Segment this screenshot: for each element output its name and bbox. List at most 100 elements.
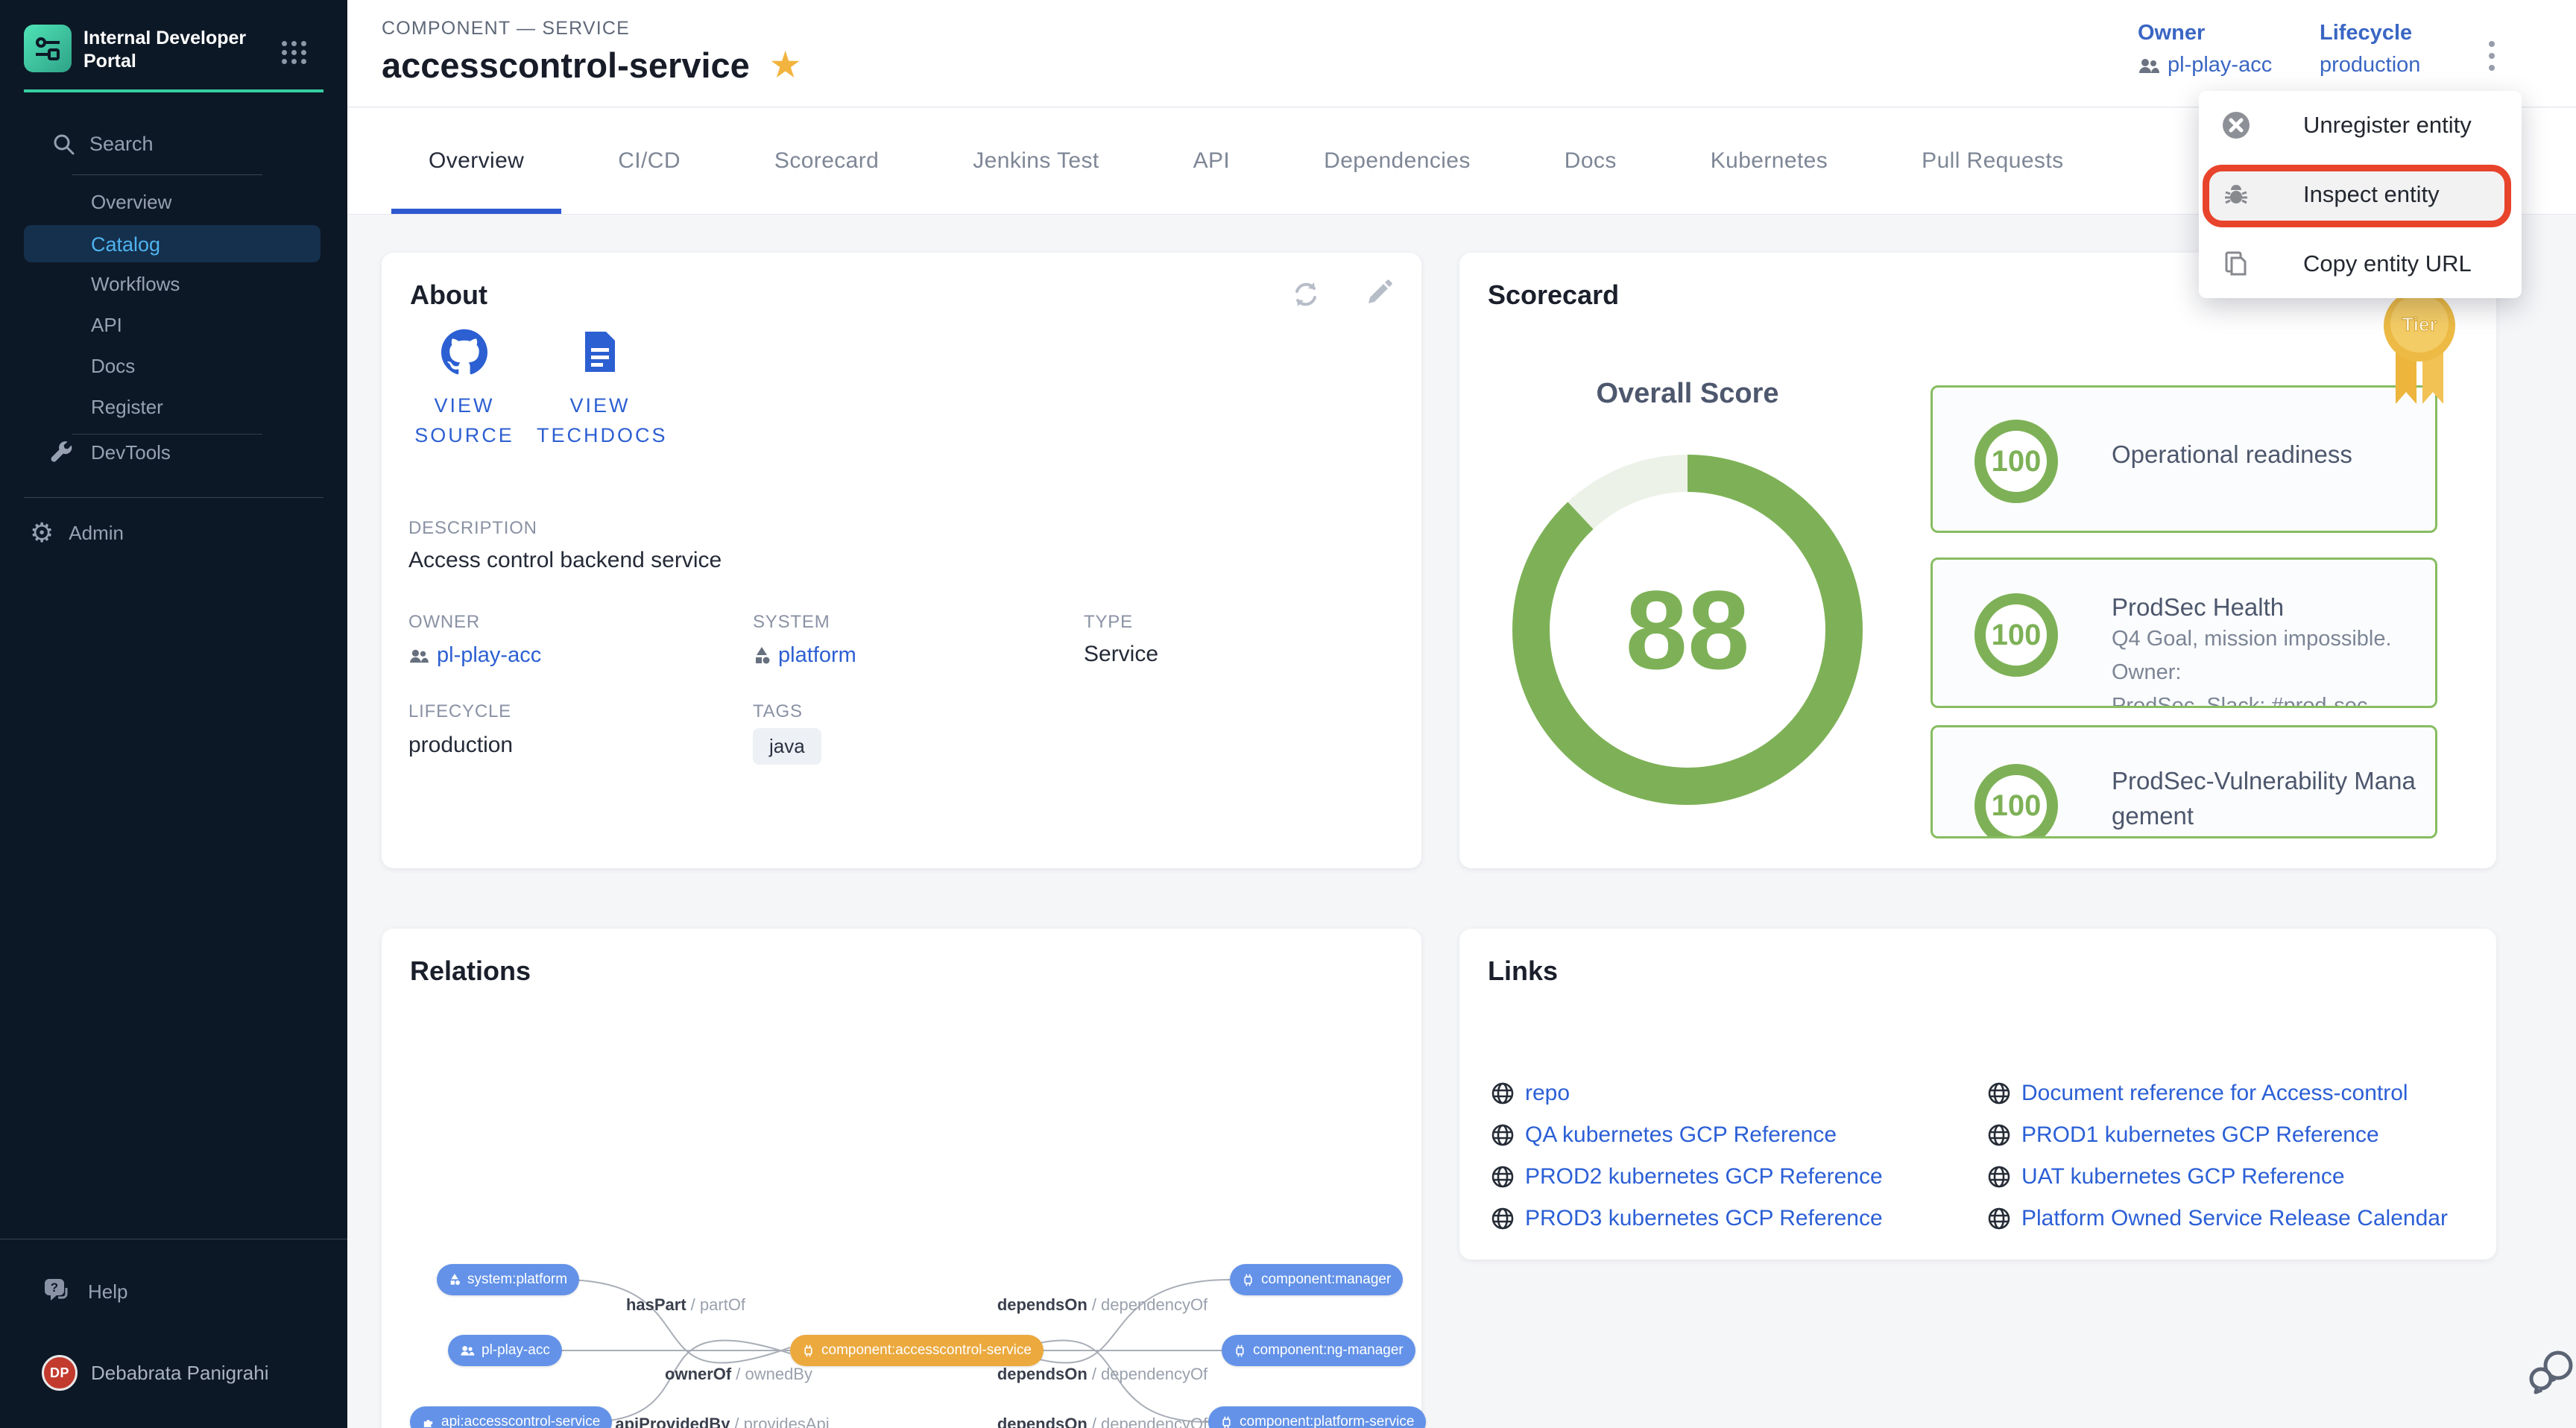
tier-ribbon-badge: Tier [2375,285,2464,426]
search-input[interactable]: Search [89,133,154,156]
sidebar-item-register[interactable]: Register [91,396,163,419]
edge-label-dependson: dependsOn/ dependencyOf [997,1295,1208,1315]
link-release-calendar[interactable]: Platform Owned Service Release Calendar [1987,1206,2448,1231]
link-uat-kubernetes[interactable]: UAT kubernetes GCP Reference [1987,1164,2345,1190]
svg-text:?: ? [51,1280,58,1295]
tab-dependencies[interactable]: Dependencies [1287,108,1508,214]
sidebar-item-catalog[interactable]: Catalog [24,225,321,262]
edge-label-haspart: hasPart/ partOf [626,1295,745,1315]
badge-subtitle: Q4 Goal, mission impossible. Owner: Prod… [2112,622,2420,708]
relation-node-pl-play-acc[interactable]: pl-play-acc [448,1335,562,1366]
lifecycle-block: Lifecycle production [2320,21,2420,78]
tab-jenkins-test[interactable]: Jenkins Test [935,108,1136,214]
badge-score: 100 [1974,593,2058,677]
system-field-link[interactable]: platform [753,643,856,668]
link-prod3-kubernetes[interactable]: PROD3 kubernetes GCP Reference [1491,1206,1883,1231]
scorecard-badge: 100 Operational readiness [1931,385,2437,533]
tab-kubernetes[interactable]: Kubernetes [1673,108,1865,214]
sidebar: Internal Developer Portal Search Overvie… [0,0,347,1428]
view-techdocs-link[interactable]: VIEW TECHDOCS [537,329,663,450]
menu-item-unregister-entity[interactable]: Unregister entity [2199,91,2522,159]
tag-chip-java[interactable]: java [753,728,821,765]
type-field-value: Service [1084,642,1158,667]
type-field-label: TYPE [1084,612,1133,633]
group-icon [408,648,429,664]
sidebar-item-help[interactable]: ? Help [42,1276,127,1307]
sidebar-item-overview[interactable]: Overview [91,191,171,214]
menu-item-inspect-entity[interactable]: Inspect entity [2199,159,2522,229]
about-title: About [410,279,487,311]
edit-button[interactable] [1363,278,1394,313]
relations-card: Relations system:platform pl-play-acc [382,929,1421,1428]
relation-node-component-platform-service[interactable]: component:platform-service [1208,1406,1426,1428]
sidebar-item-docs[interactable]: Docs [91,355,135,378]
system-icon [753,646,771,666]
chat-bubbles-icon [2528,1348,2576,1404]
sidebar-search[interactable]: Search [0,128,347,161]
scorecard-badge: 100 ProdSec Health Q4 Goal, mission impo… [1931,557,2437,708]
link-prod1-kubernetes[interactable]: PROD1 kubernetes GCP Reference [1987,1122,2379,1148]
tab-api[interactable]: API [1156,108,1268,214]
component-icon [802,1345,815,1357]
system-field-label: SYSTEM [753,612,830,633]
component-icon [1234,1345,1246,1357]
edge-label-dependson: dependsOn/ dependencyOf [997,1415,1208,1428]
view-source-link[interactable]: VIEW SOURCE [401,329,528,450]
relation-node-system-platform[interactable]: system:platform [437,1264,579,1295]
tab-docs[interactable]: Docs [1527,108,1654,214]
globe-icon [1491,1123,1515,1147]
sidebar-item-api[interactable]: API [91,314,122,337]
owner-field-link[interactable]: pl-play-acc [408,643,541,668]
badge-score: 100 [1974,420,2058,503]
overall-score-donut: 88 [1509,451,1866,809]
user-name: Debabrata Panigrahi [91,1362,269,1385]
link-repo[interactable]: repo [1491,1081,1570,1106]
apps-grid-icon[interactable] [282,41,307,64]
link-qa-kubernetes[interactable]: QA kubernetes GCP Reference [1491,1122,1837,1148]
edge-label-ownerof: ownerOf/ ownedBy [665,1365,812,1384]
description-value: Access control backend service [408,548,722,573]
globe-icon [1987,1081,2011,1105]
edge-label-apiprovidedby: apiProvidedBy/ providesApi [615,1415,829,1428]
description-label: DESCRIPTION [408,518,537,539]
tab-pull-requests[interactable]: Pull Requests [1884,108,2100,214]
overall-score-value: 88 [1509,451,1866,809]
refresh-button[interactable] [1289,278,1322,315]
pencil-icon [1363,278,1394,309]
wrench-icon [48,438,76,467]
sidebar-item-workflows[interactable]: Workflows [91,273,180,296]
feedback-chat-button[interactable] [2528,1348,2576,1408]
menu-item-copy-entity-url[interactable]: Copy entity URL [2199,229,2522,298]
relation-node-component-accesscontrol-service[interactable]: component:accesscontrol-service [790,1335,1044,1366]
badge-label: ProdSec-Vulnerability Management [2112,763,2423,833]
sidebar-item-admin[interactable]: ⚙ Admin [30,519,124,546]
entity-context-menu-button[interactable] [2475,30,2508,82]
sidebar-item-devtools[interactable]: DevTools [48,438,171,467]
owner-block: Owner pl-play-acc [2138,21,2272,78]
lifecycle-value: production [2320,53,2420,78]
link-prod2-kubernetes[interactable]: PROD2 kubernetes GCP Reference [1491,1164,1883,1190]
favorite-star-icon[interactable]: ★ [771,49,800,82]
sidebar-divider [72,434,262,435]
app-logo[interactable] [24,25,72,72]
tags-field-label: TAGS [753,701,803,722]
scorecard-badge: 100 ProdSec-Vulnerability Management [1931,725,2437,838]
relation-node-component-manager[interactable]: component:manager [1230,1264,1403,1295]
lifecycle-field-value: production [408,733,513,758]
user-profile[interactable]: DP Debabrata Panigrahi [42,1355,269,1391]
globe-icon [1491,1165,1515,1189]
tab-overview[interactable]: Overview [391,108,561,214]
relation-node-api-accesscontrol-service[interactable]: api:accesscontrol-service [410,1406,612,1428]
globe-icon [1491,1207,1515,1230]
api-puzzle-icon [422,1416,435,1428]
owner-link[interactable]: pl-play-acc [2138,53,2272,78]
tab-cicd[interactable]: CI/CD [581,108,718,214]
globe-icon [1987,1123,2011,1147]
cancel-icon [2220,110,2253,140]
page: Internal Developer Portal Search Overvie… [0,0,2576,1428]
relation-node-component-ng-manager[interactable]: component:ng-manager [1222,1335,1415,1366]
tab-scorecard[interactable]: Scorecard [737,108,916,214]
bug-icon [2220,180,2253,209]
link-doc-reference[interactable]: Document reference for Access-control [1987,1081,2408,1106]
copy-icon [2220,249,2253,279]
